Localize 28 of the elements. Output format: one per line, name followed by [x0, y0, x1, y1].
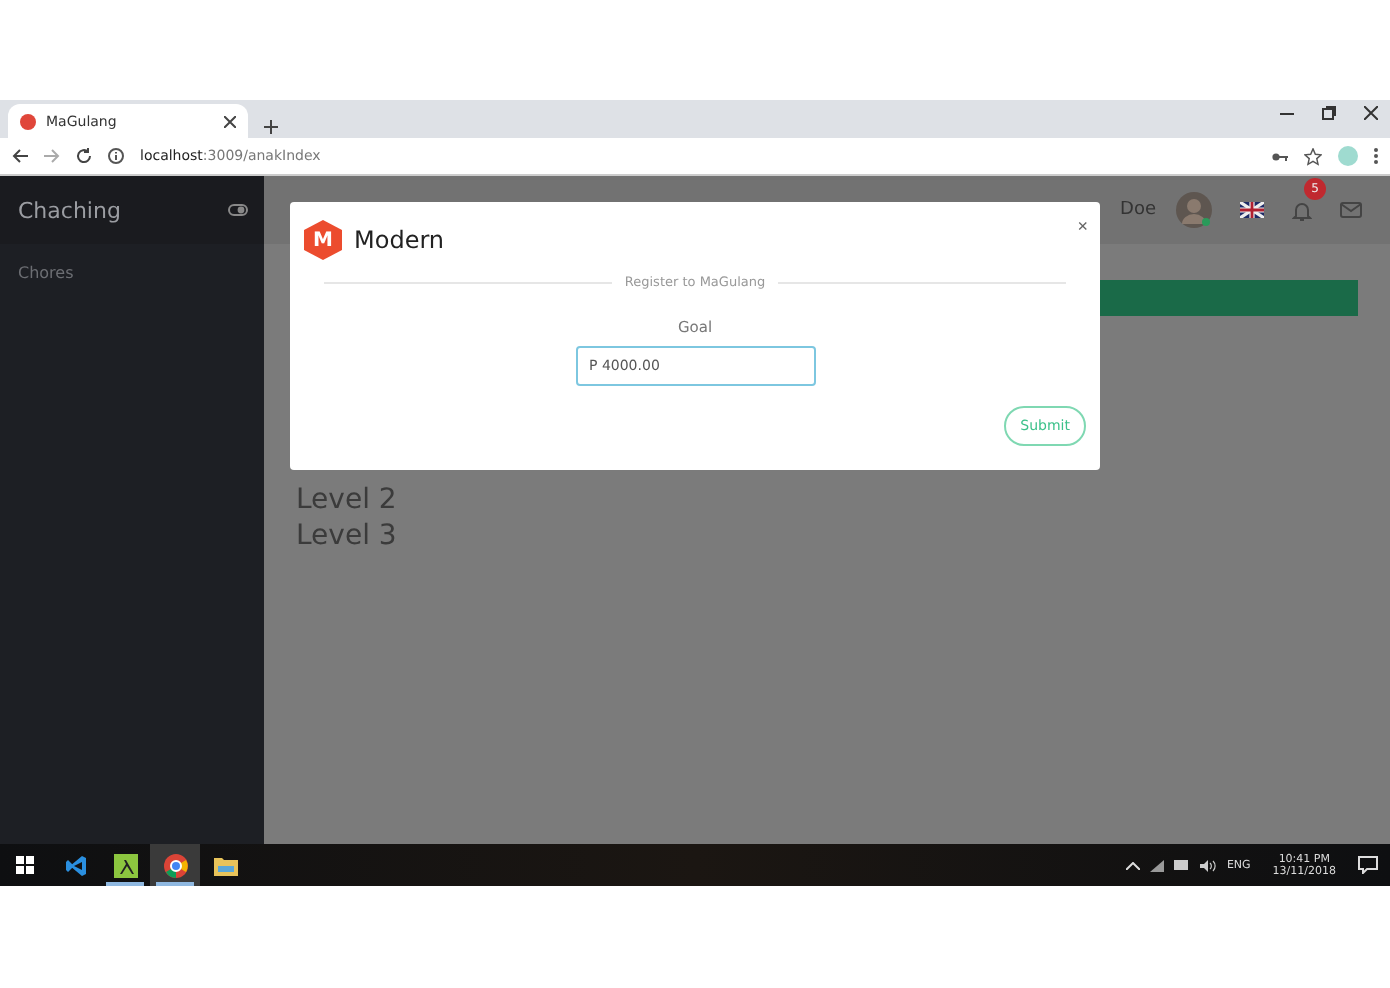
windows-start-icon[interactable] — [16, 856, 34, 874]
folder-icon — [213, 855, 237, 875]
user-name: Doe — [1120, 200, 1156, 220]
chrome-browser-icon — [163, 853, 187, 877]
close-icon[interactable] — [1364, 106, 1378, 120]
network-icon[interactable] — [1150, 859, 1165, 871]
restore-icon[interactable] — [1322, 106, 1336, 120]
flag-icon[interactable] — [1240, 202, 1264, 218]
notifications-icon[interactable] — [1358, 856, 1378, 874]
close-icon[interactable] — [224, 115, 236, 127]
level-label: Level 2 — [296, 484, 399, 516]
close-button[interactable]: × — [1077, 216, 1088, 236]
star-icon[interactable] — [1304, 147, 1322, 165]
chevron-up-icon[interactable] — [1126, 861, 1141, 869]
new-tab-icon[interactable] — [264, 120, 278, 134]
favicon-icon — [20, 113, 36, 129]
logo-icon: M — [304, 220, 342, 260]
back-icon[interactable] — [12, 148, 28, 164]
info-icon — [108, 148, 124, 164]
level-label: Level 3 — [296, 520, 399, 552]
modal-title: Modern — [354, 226, 445, 254]
toggle-icon[interactable] — [228, 204, 248, 216]
volume-icon[interactable] — [1200, 859, 1217, 871]
key-icon[interactable] — [1272, 151, 1288, 161]
lambda-icon — [113, 853, 137, 877]
code-editor-icon — [63, 853, 87, 877]
reload-icon[interactable] — [76, 148, 92, 164]
brand-title: Chaching — [18, 197, 121, 223]
